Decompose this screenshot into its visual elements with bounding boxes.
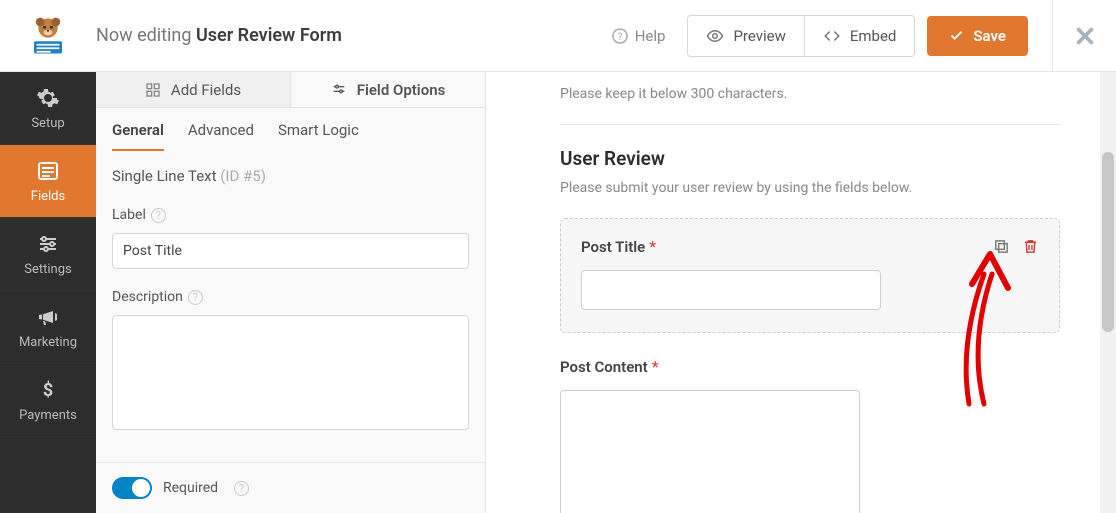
field-header: Post Title* xyxy=(581,237,1039,256)
dollar-icon: $ xyxy=(36,378,60,402)
subtab-smart-logic[interactable]: Smart Logic xyxy=(278,121,359,151)
top-bar: Now editing User Review Form ? Help Prev… xyxy=(0,0,1116,72)
editing-prefix: Now editing xyxy=(96,25,191,46)
required-toggle[interactable] xyxy=(112,477,152,499)
logo-wrap xyxy=(0,15,96,57)
help-icon[interactable]: ? xyxy=(151,208,166,223)
field-options-panel: Add Fields Field Options General Advance… xyxy=(96,72,486,513)
description-label: Description? xyxy=(112,289,469,305)
required-label: Required xyxy=(163,480,218,496)
eye-icon xyxy=(706,27,724,45)
tab-add-fields[interactable]: Add Fields xyxy=(96,72,291,108)
app-logo-icon xyxy=(27,15,69,57)
tab-field-options[interactable]: Field Options xyxy=(291,72,485,108)
trash-icon[interactable] xyxy=(1022,238,1039,255)
vertical-scrollbar[interactable] xyxy=(1100,72,1116,513)
sidebar-item-marketing[interactable]: Marketing xyxy=(0,291,96,364)
subtab-advanced[interactable]: Advanced xyxy=(188,121,254,151)
sliders-small-icon xyxy=(331,82,347,98)
label-input[interactable] xyxy=(112,233,469,269)
sidebar-item-payments[interactable]: $ Payments xyxy=(0,364,96,437)
left-sidebar: Setup Fields Settings Marketing $ Paymen… xyxy=(0,72,96,513)
field-post-content[interactable]: Post Content* xyxy=(560,357,1060,513)
editing-title: Now editing User Review Form xyxy=(96,25,612,46)
field-label-wrap: Post Content* xyxy=(560,357,1060,376)
required-asterisk: * xyxy=(652,357,659,376)
subtab-general[interactable]: General xyxy=(112,121,164,151)
bullhorn-icon xyxy=(36,305,60,329)
section-divider xyxy=(560,124,1060,125)
help-icon[interactable]: ? xyxy=(188,290,203,305)
svg-text:?: ? xyxy=(617,32,622,43)
top-actions: ? Help Preview Embed Save xyxy=(612,15,1052,57)
char-limit-hint: Please keep it below 300 characters. xyxy=(560,86,1060,102)
close-icon xyxy=(1074,25,1096,47)
panel-body: Single Line Text (ID #5) Label? Descript… xyxy=(96,151,485,462)
gear-icon xyxy=(36,86,60,110)
field-label-wrap: Post Title* xyxy=(581,237,656,256)
description-row: Description? xyxy=(112,289,469,434)
field-label: Post Title xyxy=(581,238,645,256)
preview-button[interactable]: Preview xyxy=(688,16,803,56)
embed-button[interactable]: Embed xyxy=(804,16,915,56)
sidebar-item-settings[interactable]: Settings xyxy=(0,218,96,291)
form-name: User Review Form xyxy=(196,25,342,46)
help-icon[interactable]: ? xyxy=(234,481,249,496)
save-button[interactable]: Save xyxy=(927,16,1028,56)
help-link[interactable]: ? Help xyxy=(612,27,666,45)
preview-textarea[interactable] xyxy=(560,390,860,513)
panel-footer: Required ? xyxy=(96,462,485,513)
duplicate-icon[interactable] xyxy=(993,238,1010,255)
scrollbar-thumb[interactable] xyxy=(1102,152,1114,332)
field-post-title[interactable]: Post Title* xyxy=(560,218,1060,333)
section-title: User Review xyxy=(560,147,1060,170)
close-button[interactable] xyxy=(1052,0,1116,72)
code-icon xyxy=(823,27,841,45)
sidebar-item-fields[interactable]: Fields xyxy=(0,145,96,218)
required-asterisk: * xyxy=(649,237,656,256)
label-label: Label? xyxy=(112,207,469,223)
sub-tabs: General Advanced Smart Logic xyxy=(96,108,485,151)
panel-tabs: Add Fields Field Options xyxy=(96,72,485,108)
section-description: Please submit your user review by using … xyxy=(560,180,1060,196)
sidebar-item-setup[interactable]: Setup xyxy=(0,72,96,145)
check-icon xyxy=(949,28,964,43)
sliders-icon xyxy=(36,232,60,256)
help-icon: ? xyxy=(612,28,628,44)
label-row: Label? xyxy=(112,207,469,269)
field-label: Post Content xyxy=(560,358,648,376)
svg-text:$: $ xyxy=(43,380,53,401)
field-type-label: Single Line Text (ID #5) xyxy=(112,167,469,185)
grid-icon xyxy=(145,82,161,98)
field-actions xyxy=(993,238,1039,255)
preview-text-input[interactable] xyxy=(581,270,881,310)
preview-embed-group: Preview Embed xyxy=(687,15,915,57)
form-preview: Please keep it below 300 characters. Use… xyxy=(486,72,1100,513)
list-icon xyxy=(36,159,60,183)
description-input[interactable] xyxy=(112,315,469,430)
